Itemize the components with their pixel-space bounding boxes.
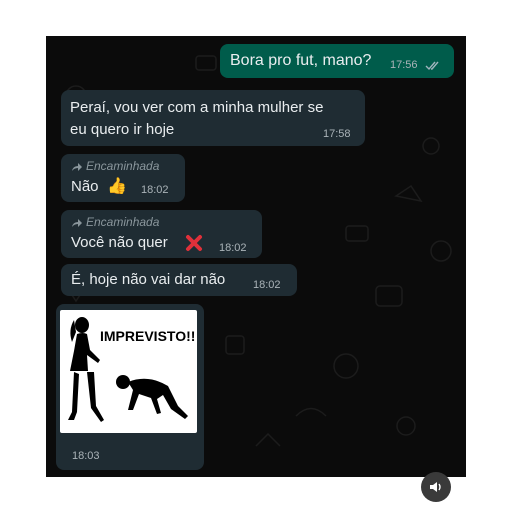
sound-toggle-button[interactable]	[421, 472, 451, 502]
message-time: 18:02	[141, 184, 169, 196]
message-text: É, hoje não vai dar não	[71, 271, 226, 288]
message-time: 17:56	[390, 59, 418, 71]
speaker-icon	[430, 482, 441, 492]
message-incoming[interactable]: Peraí, vou ver com a minha mulher se eu …	[61, 90, 365, 146]
forwarded-label: Encaminhada	[71, 215, 159, 229]
message-text: Bora pro fut, mano?	[230, 52, 372, 69]
message-image[interactable]: IMPREVISTO!! 18:03	[56, 304, 204, 470]
double-check-icon	[425, 61, 439, 71]
meme-image[interactable]: IMPREVISTO!!	[60, 310, 197, 433]
forwarded-label: Encaminhada	[71, 159, 159, 173]
message-text-line2: eu quero ir hoje	[70, 121, 175, 138]
message-text: Você não quer	[71, 234, 168, 251]
forwarded-text: Encaminhada	[86, 215, 160, 229]
message-time: 18:03	[72, 450, 100, 462]
chat-window: Bora pro fut, mano? 17:56 Peraí, vou ver…	[46, 36, 466, 477]
message-text: Não	[71, 178, 99, 195]
meme-caption: IMPREVISTO!!	[100, 328, 196, 344]
message-forwarded[interactable]: Encaminhada Não 👍 18:02	[61, 154, 185, 202]
cross-mark-icon	[186, 235, 202, 251]
message-time: 18:02	[253, 279, 281, 291]
message-time: 17:58	[323, 128, 351, 140]
forward-arrow-icon	[72, 219, 82, 227]
message-outgoing[interactable]: Bora pro fut, mano? 17:56	[220, 44, 454, 78]
message-forwarded[interactable]: Encaminhada Você não quer 18:02	[61, 210, 262, 258]
message-time: 18:02	[219, 242, 247, 254]
message-text-line1: Peraí, vou ver com a minha mulher se	[70, 99, 324, 116]
forwarded-text: Encaminhada	[86, 159, 160, 173]
thumbs-up-emoji: 👍	[107, 178, 127, 195]
message-incoming[interactable]: É, hoje não vai dar não 18:02	[61, 264, 297, 296]
forward-arrow-icon	[72, 163, 82, 171]
